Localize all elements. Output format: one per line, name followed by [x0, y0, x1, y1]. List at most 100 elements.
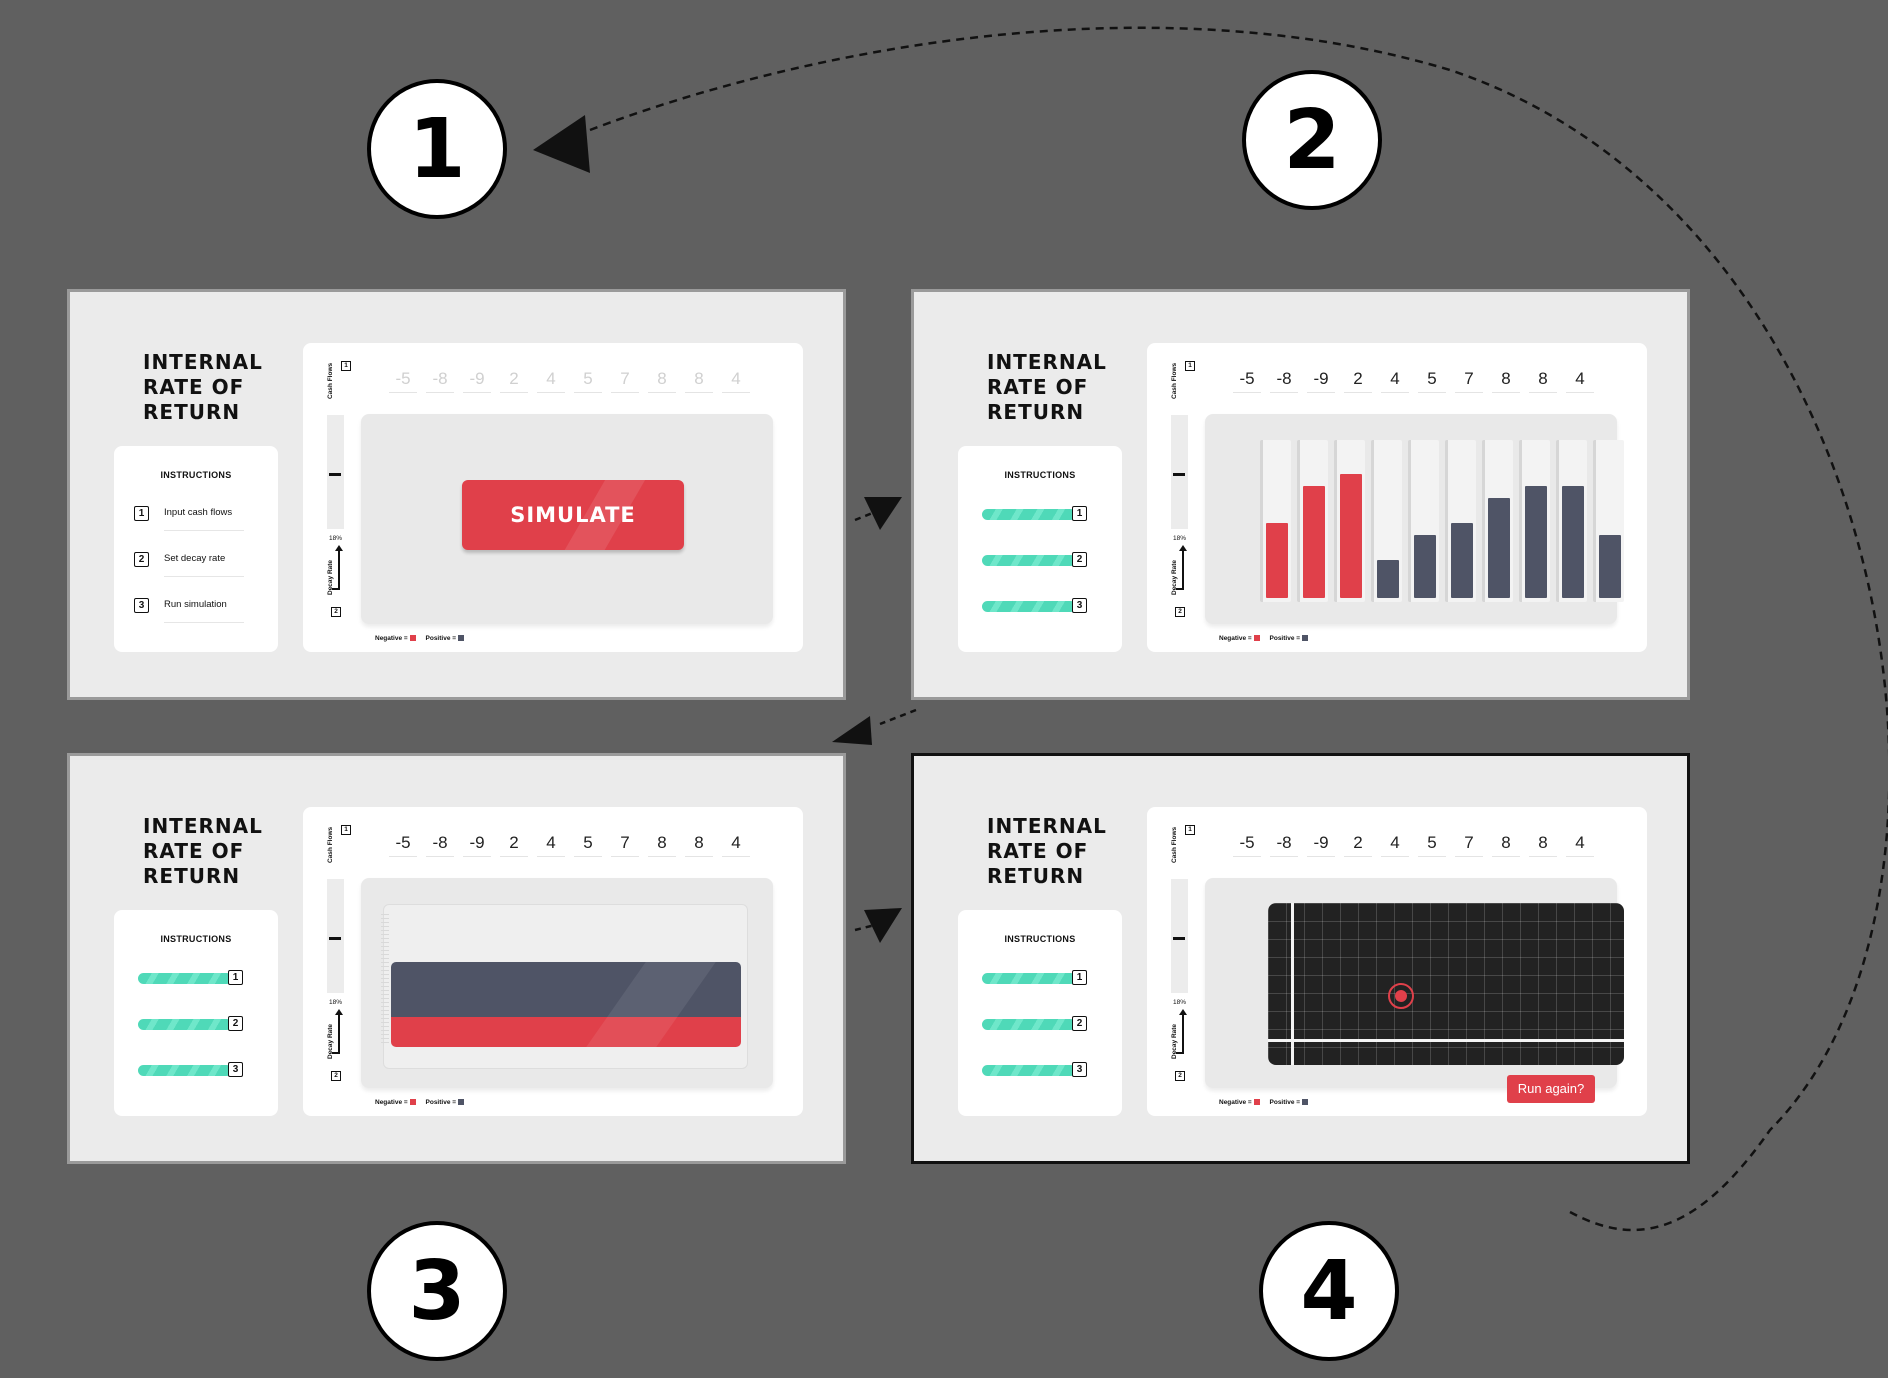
legend-negative-label: Negative = [375, 1099, 408, 1106]
positive-bar [1599, 535, 1621, 598]
decay-slider-knob[interactable] [329, 937, 341, 940]
cash-flow-input[interactable]: 4 [1381, 369, 1409, 393]
cash-flow-input[interactable]: -5 [1233, 369, 1261, 393]
step-number: 1 [1072, 970, 1087, 985]
decay-slider-knob[interactable] [1173, 473, 1185, 476]
cash-flow-input[interactable]: 4 [1566, 369, 1594, 393]
cash-flow-input[interactable]: 5 [574, 833, 602, 857]
instruction-item-complete: 2 [978, 552, 1100, 568]
instruction-item-complete: 2 [134, 1016, 256, 1032]
decay-slider-track[interactable] [1171, 879, 1188, 993]
cash-flow-input[interactable]: -9 [463, 369, 491, 393]
run-again-button[interactable]: Run again? [1507, 1075, 1595, 1103]
cash-flow-input[interactable]: 7 [1455, 833, 1483, 857]
cash-flow-input[interactable]: 4 [1381, 833, 1409, 857]
step-number: 2 [1072, 1016, 1087, 1031]
progress-bar [982, 973, 1076, 984]
decay-slider-track[interactable] [1171, 415, 1188, 529]
instructions-card: INSTRUCTIONS 1 2 3 [958, 910, 1122, 1116]
instructions-card: INSTRUCTIONS 1 Input cash flows 2 Set de… [114, 446, 278, 652]
positive-bar [1488, 498, 1510, 598]
cash-flow-input[interactable]: -9 [463, 833, 491, 857]
app-title: INTERNAL RATE OF RETURN [143, 350, 263, 424]
decay-slider-track[interactable] [327, 879, 344, 993]
x-axis-line [1268, 1039, 1624, 1042]
cash-flow-bar-slot [1297, 440, 1328, 602]
cash-flows-label: Cash Flows [1171, 826, 1178, 863]
decay-slider-knob[interactable] [329, 473, 341, 476]
instruction-divider [164, 530, 244, 531]
cash-flow-input[interactable]: -9 [1307, 833, 1335, 857]
cash-flow-input[interactable]: -8 [1270, 369, 1298, 393]
decay-slider-knob[interactable] [1173, 937, 1185, 940]
cash-flow-bar-slot [1408, 440, 1439, 602]
cash-flow-input[interactable]: -5 [389, 833, 417, 857]
progress-bar [138, 1019, 232, 1030]
cash-flow-input[interactable]: 2 [500, 833, 528, 857]
screen-step-3: INTERNAL RATE OF RETURN INSTRUCTIONS 1 2… [67, 753, 846, 1164]
legend-positive-swatch [1302, 1099, 1309, 1106]
instructions-heading: INSTRUCTIONS [1004, 934, 1076, 944]
app-title: INTERNAL RATE OF RETURN [987, 350, 1107, 424]
cash-flow-input[interactable]: 8 [1529, 833, 1557, 857]
progress-bar [138, 1065, 232, 1076]
cash-flow-input[interactable]: -5 [389, 369, 417, 393]
cash-flow-input[interactable]: 7 [611, 833, 639, 857]
cash-flow-input[interactable]: 8 [685, 833, 713, 857]
cash-flow-input[interactable]: 2 [1344, 369, 1372, 393]
legend-positive-swatch [458, 635, 465, 642]
positive-bar [1562, 486, 1584, 598]
simulate-button[interactable]: SIMULATE [462, 480, 684, 550]
cash-flow-input[interactable]: 5 [1418, 833, 1446, 857]
cash-flow-input[interactable]: -9 [1307, 369, 1335, 393]
main-card: Cash Flows 1 18% Decay Rate 2 -5 -8 -9 2 4 5 7… [303, 807, 803, 1116]
cash-flow-input[interactable]: -8 [426, 369, 454, 393]
decay-rate-step-number: 2 [331, 1071, 341, 1081]
decay-slider-track[interactable] [327, 415, 344, 529]
negative-stack [391, 1017, 741, 1047]
instruction-item[interactable]: 3 Run simulation [134, 598, 256, 623]
cash-flow-input[interactable]: 5 [574, 369, 602, 393]
instruction-item[interactable]: 1 Input cash flows [134, 506, 256, 531]
cash-flow-input[interactable]: 8 [685, 369, 713, 393]
cash-flow-input[interactable]: 8 [1492, 369, 1520, 393]
negative-bar [1340, 474, 1362, 598]
cash-flow-input[interactable]: 8 [648, 833, 676, 857]
legend-positive-label: Positive = [425, 1099, 457, 1106]
cash-flow-bar-slot [1556, 440, 1587, 602]
cash-flow-input[interactable]: 4 [537, 833, 565, 857]
cash-flows-step-number: 1 [341, 825, 351, 835]
cash-flow-input[interactable]: 4 [1566, 833, 1594, 857]
cash-flow-input[interactable]: 4 [722, 369, 750, 393]
cash-flow-input[interactable]: -8 [1270, 833, 1298, 857]
cash-flow-input[interactable]: 7 [1455, 369, 1483, 393]
cash-flow-inputs: -5 -8 -9 2 4 5 7 8 8 4 [389, 369, 753, 393]
cash-flows-label: Cash Flows [327, 826, 334, 863]
cash-flow-inputs: -5 -8 -9 2 4 5 7 8 8 4 [1233, 833, 1597, 857]
cash-flow-input[interactable]: 2 [500, 369, 528, 393]
negative-bar [1303, 486, 1325, 598]
cash-flow-input[interactable]: -8 [426, 833, 454, 857]
simulation-panel [361, 878, 773, 1088]
instruction-item[interactable]: 2 Set decay rate [134, 552, 256, 577]
cash-flow-input[interactable]: 8 [1492, 833, 1520, 857]
cash-flows-step-number: 1 [1185, 825, 1195, 835]
step-number: 1 [134, 506, 149, 521]
instructions-heading: INSTRUCTIONS [160, 470, 232, 480]
screen-step-4: INTERNAL RATE OF RETURN INSTRUCTIONS 1 2… [911, 753, 1690, 1164]
cash-flow-input[interactable]: -5 [1233, 833, 1261, 857]
cash-flow-input[interactable]: 8 [648, 369, 676, 393]
cash-flow-input[interactable]: 8 [1529, 369, 1557, 393]
cash-flows-label: Cash Flows [327, 362, 334, 399]
progress-bar [982, 1065, 1076, 1076]
instructions-heading: INSTRUCTIONS [1004, 470, 1076, 480]
cash-flow-input[interactable]: 4 [537, 369, 565, 393]
negative-bar [1266, 522, 1288, 598]
cash-flow-input[interactable]: 2 [1344, 833, 1372, 857]
cash-flow-bar-slot [1371, 440, 1402, 602]
cash-flow-input[interactable]: 7 [611, 369, 639, 393]
irr-target-icon [1388, 983, 1414, 1009]
legend-positive-label: Positive = [425, 635, 457, 642]
cash-flow-input[interactable]: 4 [722, 833, 750, 857]
cash-flow-input[interactable]: 5 [1418, 369, 1446, 393]
